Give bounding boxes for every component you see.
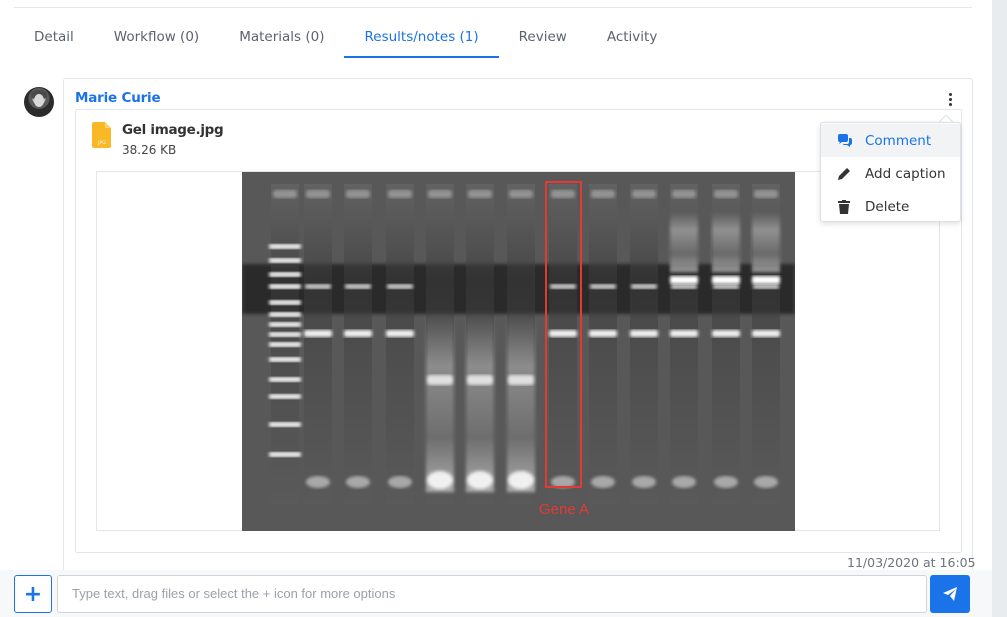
menu-item-add-caption-label: Add caption (865, 165, 946, 182)
attachment-file-name[interactable]: Gel image.jpg (122, 122, 224, 138)
menu-item-comment[interactable]: Comment (821, 124, 960, 157)
pencil-icon (836, 166, 852, 182)
context-menu: Comment Add caption Delete (820, 122, 961, 222)
note-text-input[interactable] (57, 575, 927, 613)
jpg-file-icon: JPG (92, 122, 111, 148)
comments-icon (836, 133, 852, 149)
gel-label: Gene A (539, 501, 589, 518)
avatar[interactable] (24, 87, 54, 117)
attachment-file-size: 38.26 KB (122, 143, 177, 157)
menu-item-delete-label: Delete (865, 198, 910, 215)
svg-text:JPG: JPG (97, 140, 106, 146)
divider (14, 7, 972, 8)
note-timestamp: 11/03/2020 at 16:05 (847, 555, 976, 570)
tab-activity[interactable]: Activity (587, 18, 678, 58)
trash-icon (836, 199, 852, 215)
paper-plane-icon (943, 587, 957, 601)
add-options-button[interactable]: + (14, 575, 52, 613)
menu-item-add-caption[interactable]: Add caption (821, 157, 960, 190)
tab-workflow[interactable]: Workflow (0) (94, 18, 219, 58)
gel-image[interactable]: Gene A (242, 172, 795, 531)
more-options-icon[interactable] (941, 90, 959, 108)
tab-bar: Detail Workflow (0) Materials (0) Result… (14, 18, 972, 58)
image-preview-frame: Gene A (96, 171, 940, 531)
tab-results-notes[interactable]: Results/notes (1) (344, 18, 499, 58)
tab-materials[interactable]: Materials (0) (219, 18, 344, 58)
scrollbar-track[interactable] (992, 0, 1007, 617)
avatar-face (34, 94, 44, 107)
send-button[interactable] (930, 575, 970, 613)
tab-detail[interactable]: Detail (14, 18, 94, 58)
menu-item-delete[interactable]: Delete (821, 190, 960, 223)
menu-item-comment-label: Comment (865, 132, 932, 149)
tab-review[interactable]: Review (499, 18, 587, 58)
author-name[interactable]: Marie Curie (75, 90, 161, 106)
